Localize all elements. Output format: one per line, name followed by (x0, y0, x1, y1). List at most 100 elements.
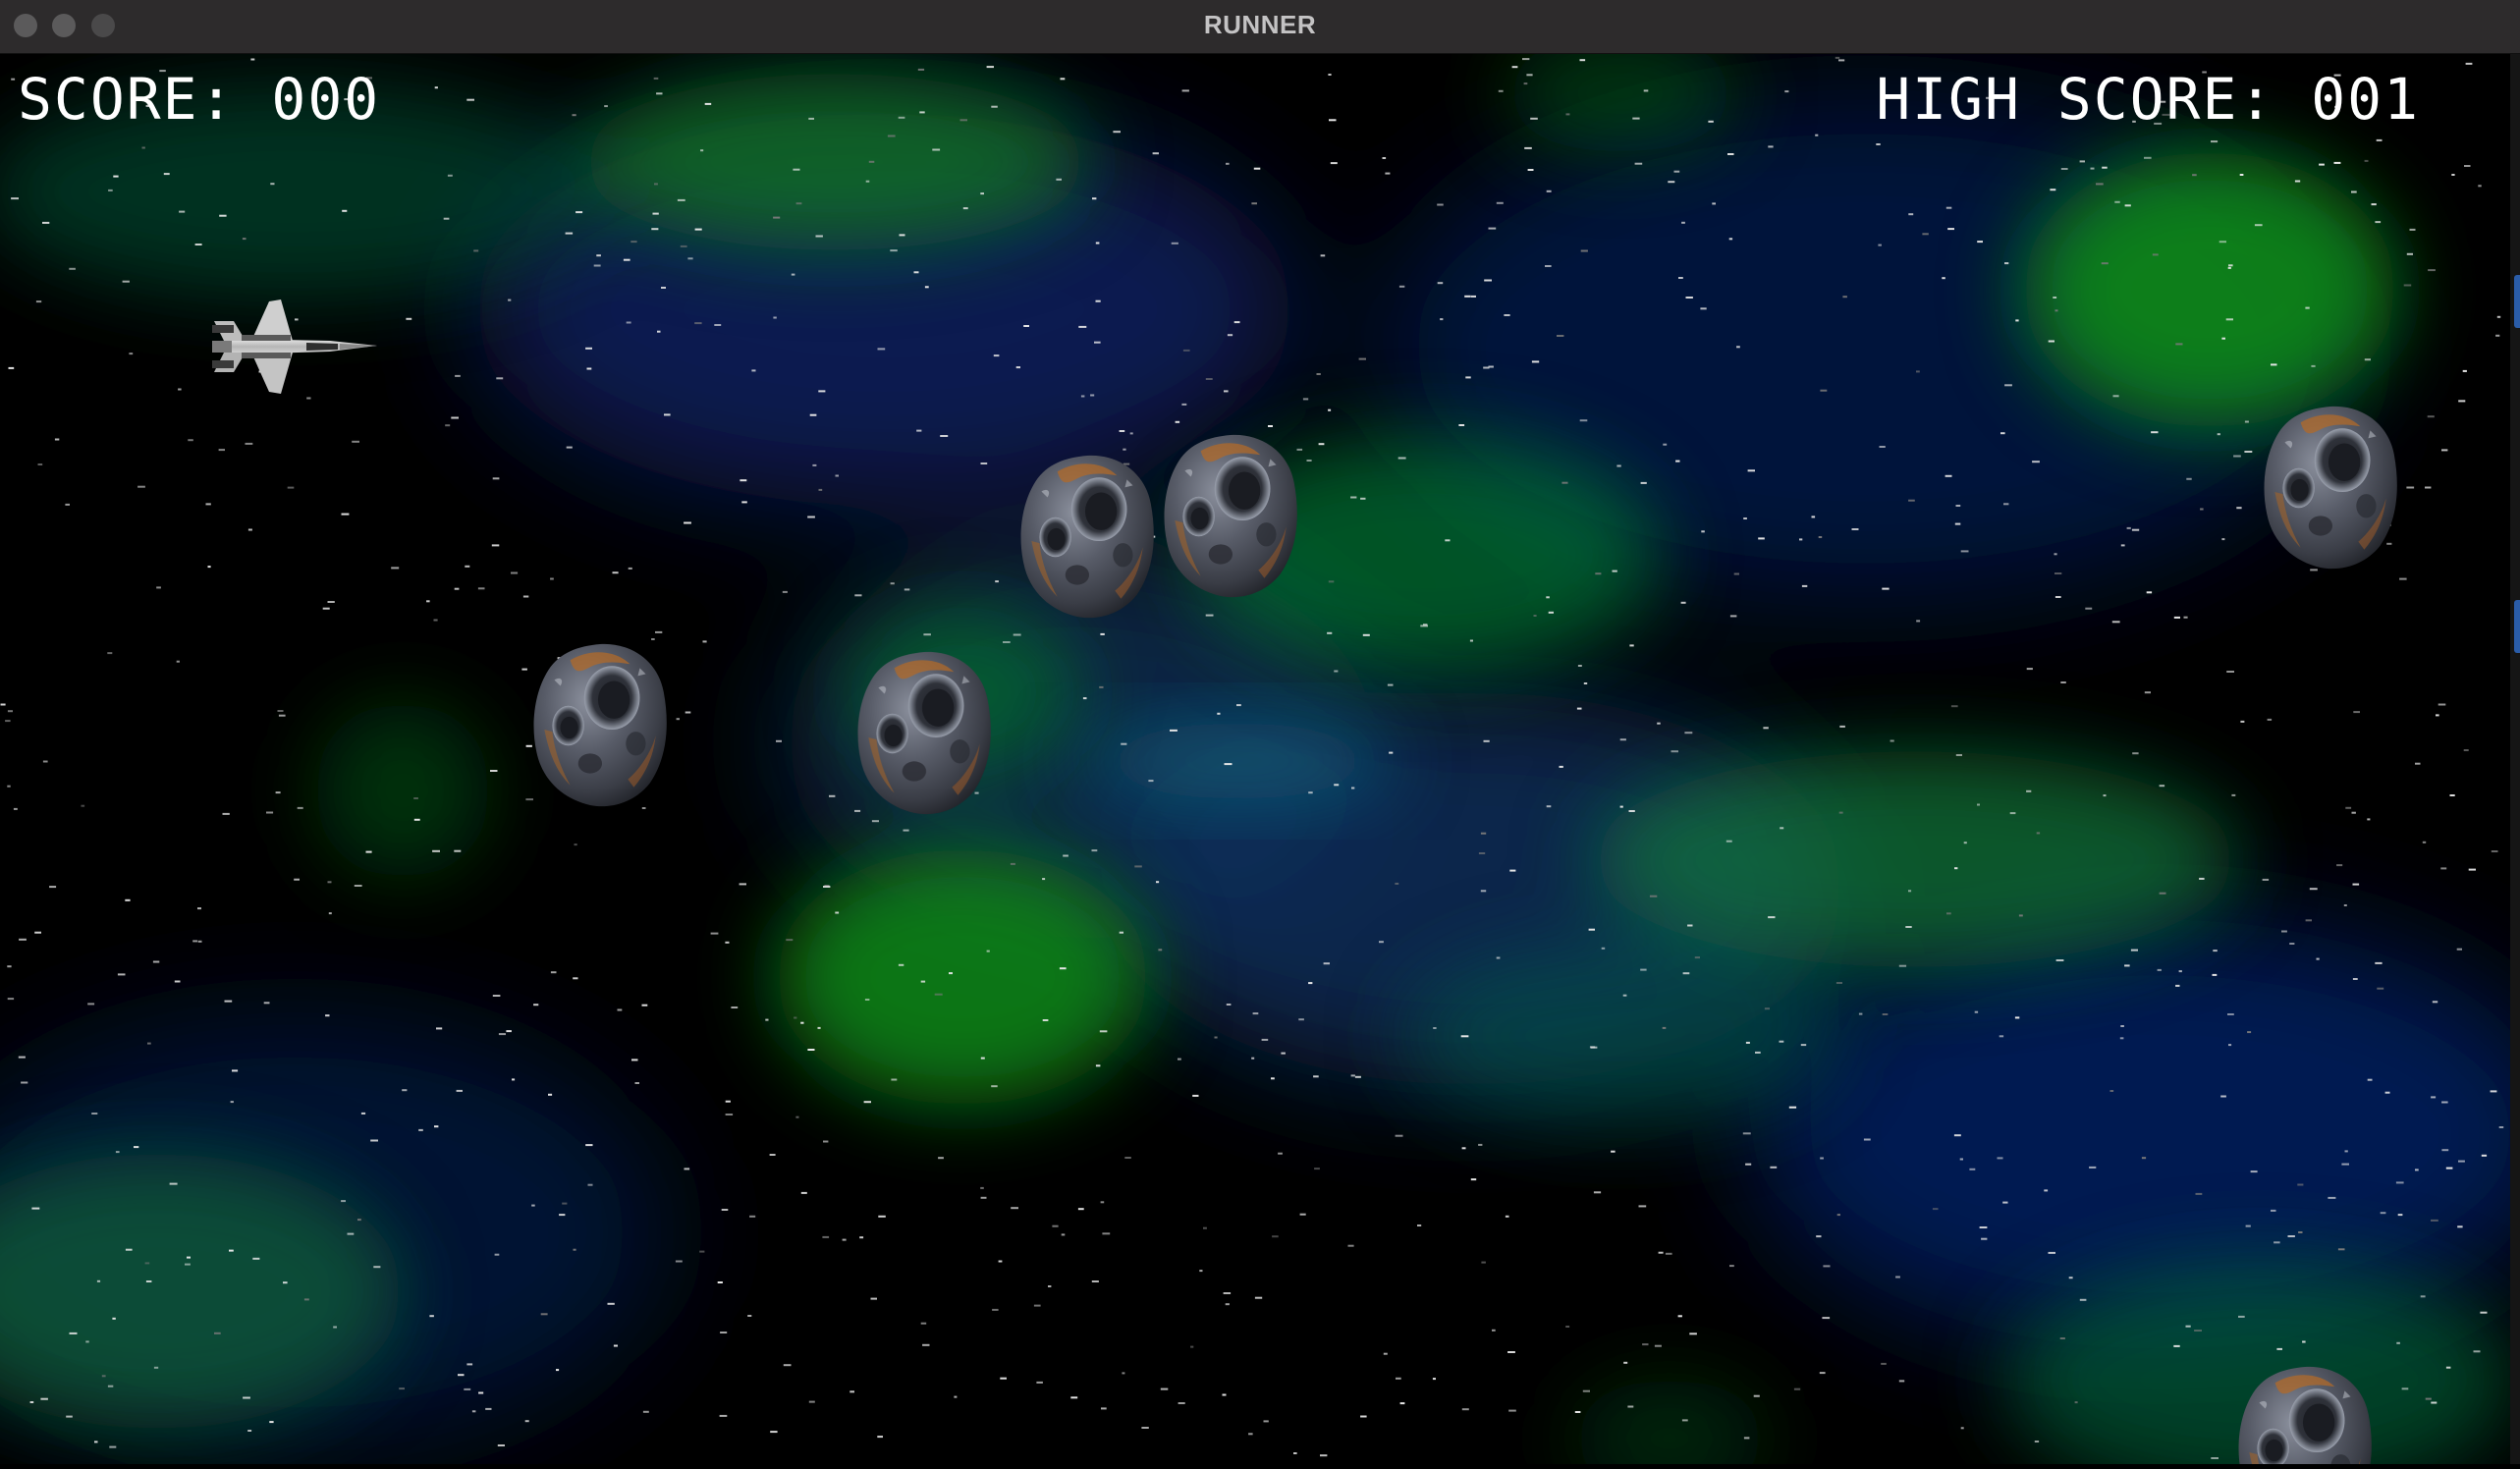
star (2490, 1090, 2497, 1093)
star (2240, 720, 2245, 723)
star (1947, 228, 1954, 231)
star (1160, 1387, 1169, 1390)
star (2173, 616, 2180, 619)
star (823, 886, 831, 888)
star (974, 791, 979, 794)
star (2034, 1441, 2040, 1442)
star (1768, 916, 1776, 919)
star (2491, 850, 2498, 852)
star (2026, 789, 2032, 792)
star (194, 244, 202, 245)
star (322, 607, 330, 610)
star (214, 1332, 221, 1334)
star (373, 1266, 381, 1269)
star (2478, 185, 2482, 188)
star (34, 931, 41, 934)
star (1461, 1408, 1469, 1411)
star (1299, 1213, 1306, 1216)
star (868, 160, 875, 163)
star (1882, 1013, 1889, 1015)
star (864, 999, 870, 1001)
star (2464, 165, 2471, 167)
star (1801, 584, 1808, 587)
star (626, 321, 631, 324)
star (1955, 754, 1962, 756)
star (96, 1279, 101, 1282)
star (2244, 420, 2249, 423)
star (1379, 941, 1384, 944)
star (117, 973, 126, 976)
star (1192, 1094, 1199, 1097)
star (1121, 742, 1127, 745)
star (1579, 419, 1588, 422)
star (496, 377, 504, 380)
star (1175, 420, 1180, 423)
star (1252, 1012, 1259, 1015)
star (725, 1114, 734, 1115)
star (986, 950, 990, 952)
star (1492, 1329, 1496, 1332)
star (1960, 1427, 1964, 1430)
star (2287, 1235, 2295, 1237)
star (512, 1078, 516, 1081)
star (1895, 1276, 1900, 1279)
star (2367, 1078, 2373, 1081)
star (1420, 625, 1428, 627)
star (657, 330, 661, 333)
star (641, 1004, 648, 1007)
star (613, 1344, 618, 1347)
star (2228, 1044, 2232, 1047)
star (1469, 639, 1473, 642)
star (704, 102, 712, 105)
star (360, 1112, 366, 1115)
star (277, 710, 284, 712)
star (125, 898, 131, 901)
star (991, 1085, 998, 1088)
star (66, 1415, 73, 1418)
star (1226, 162, 1230, 165)
star (1638, 1205, 1647, 1208)
star (1223, 1292, 1232, 1294)
star (2399, 577, 2407, 580)
star (85, 1340, 89, 1343)
star (1818, 536, 1823, 538)
star (207, 566, 211, 569)
star (940, 435, 949, 437)
star (2000, 432, 2005, 435)
star (721, 1209, 729, 1211)
star (137, 485, 145, 488)
star (524, 1420, 529, 1423)
star (1470, 1178, 1477, 1181)
star (352, 440, 359, 443)
star (2409, 228, 2416, 231)
star (573, 1248, 576, 1251)
game-window: RUNNER SCORE: 000 HIGH SCORE: 001 (0, 0, 2520, 1469)
star (1701, 530, 1705, 533)
star (426, 600, 430, 603)
star (2089, 1166, 2097, 1169)
game-canvas[interactable]: SCORE: 000 HIGH SCORE: 001 (0, 54, 2510, 1464)
star (2271, 363, 2277, 366)
star (2111, 621, 2120, 624)
star (817, 1026, 821, 1029)
high-score-display: HIGH SCORE: 001 (1876, 66, 2420, 133)
star (1981, 1237, 1988, 1240)
star (1181, 403, 1187, 406)
star (2438, 703, 2446, 706)
star (2226, 671, 2234, 673)
star (2386, 542, 2392, 545)
star (2473, 1350, 2481, 1353)
star (604, 105, 608, 108)
star (5, 720, 11, 723)
star (1060, 78, 1066, 81)
star (1945, 474, 1952, 477)
star (2310, 569, 2318, 571)
star (980, 192, 984, 195)
star (1657, 722, 1661, 725)
star (795, 202, 802, 205)
star (1010, 862, 1015, 865)
star (402, 1089, 408, 1092)
star (1557, 335, 1564, 337)
star (1811, 516, 1816, 518)
star (596, 254, 601, 257)
